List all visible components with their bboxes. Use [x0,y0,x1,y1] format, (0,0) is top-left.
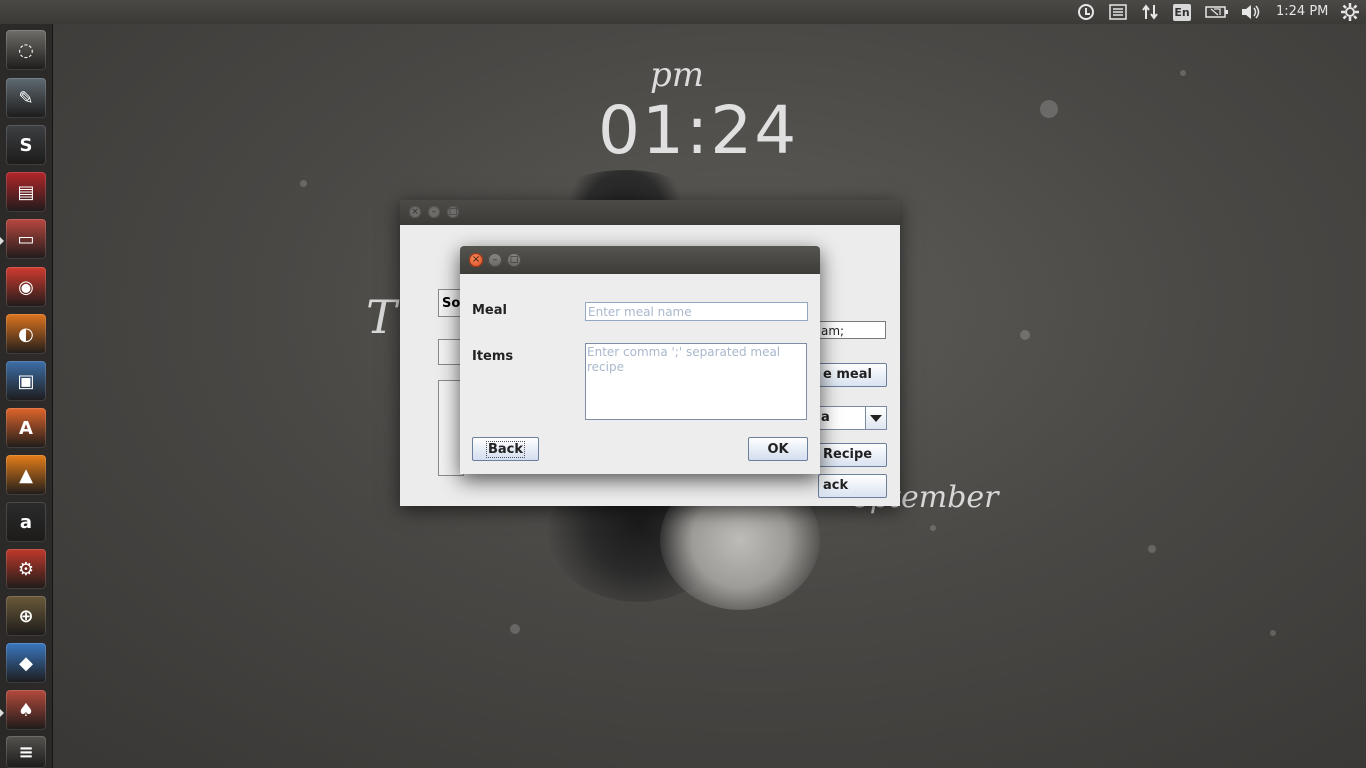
ubuntu-dash-icon[interactable]: ◌ [6,30,46,70]
terminal-app-icon[interactable]: ▤ [6,172,46,212]
wallpaper-speck [1020,330,1030,340]
wallpaper-speck [1148,545,1156,553]
file-manager-icon[interactable]: ▭ [6,219,46,259]
wallpaper-speck [300,180,307,187]
bg-maximize-icon[interactable]: □ [447,206,459,218]
chevron-down-icon[interactable] [865,407,886,429]
wallpaper-weekday: T [366,290,397,344]
wallpaper-ampm: pm [650,55,705,95]
vlc-player-icon[interactable]: ▲ [6,455,46,495]
keyboard-layout-icon[interactable]: En [1172,3,1192,21]
meal-name-input[interactable] [585,302,808,321]
back-button[interactable]: Back [472,437,539,461]
wallpaper-speck [1180,70,1186,76]
file-list-icon[interactable] [1108,3,1128,21]
running-app-indicator [0,237,4,245]
text-editor-icon[interactable]: ✎ [6,78,46,118]
wallpaper-speck [1040,100,1058,118]
meal-label: Meal [472,303,507,318]
items-recipe-input[interactable] [585,343,807,420]
wallpaper-speck [930,525,936,531]
maximize-icon[interactable]: □ [507,253,521,267]
bg-partial-label: So [438,289,462,317]
panel-clock[interactable]: 1:24 PM [1276,4,1328,19]
close-icon[interactable]: × [469,253,483,267]
bg-meal-combo[interactable]: a [818,406,887,430]
items-label: Items [472,349,514,364]
amazon-app-icon[interactable]: a [6,502,46,542]
sublime-text-icon[interactable]: S [6,125,46,165]
bg-minimize-icon[interactable]: – [428,206,440,218]
wallpaper-speck [510,624,520,634]
virtualbox-app-icon[interactable]: ◆ [6,643,46,683]
dialog-titlebar[interactable]: × – □ [460,246,820,274]
bg-back-button[interactable]: ack [818,474,887,498]
bg-recipe-field[interactable]: am; [818,321,886,339]
image-viewer-icon[interactable]: ▣ [6,361,46,401]
wallpaper-time: 01:24 [598,92,799,169]
background-window-titlebar[interactable]: × – □ [400,200,900,225]
workspace-switcher-icon[interactable]: ≡ [6,736,46,768]
web-accounts-icon[interactable] [1076,3,1096,21]
software-center-icon[interactable]: A [6,408,46,448]
firefox-browser-icon[interactable]: ◐ [6,314,46,354]
dialog-body: Meal Items Back OK [460,274,820,474]
launcher: ◌ ✎ S ▤ ▭ ◉ ◐ ▣ A ▲ a ⚙ ⊕ ◆ ♠ ≡ [0,24,53,768]
network-transfer-icon[interactable] [1140,3,1160,21]
bg-close-icon[interactable]: × [409,206,421,218]
bg-recipe-button[interactable]: Recipe [818,443,887,467]
java-app-icon[interactable]: ♠ [6,690,46,730]
volume-icon[interactable] [1240,3,1260,21]
chrome-browser-icon[interactable]: ◉ [6,267,46,307]
settings-gear-icon[interactable] [1340,3,1360,21]
bg-meal-button[interactable]: e meal [818,363,887,387]
system-tools-icon[interactable]: ⚙ [6,549,46,589]
disk-utility-icon[interactable]: ⊕ [6,596,46,636]
top-panel: En 1:24 PM [0,0,1366,24]
bg-combo-value: a [821,410,830,425]
ok-button[interactable]: OK [748,437,808,461]
running-app-indicator [0,709,4,717]
battery-icon[interactable] [1204,3,1230,21]
back-button-label: Back [485,440,526,458]
keyboard-layout-badge: En [1173,3,1191,21]
wallpaper-speck [1270,630,1276,636]
add-meal-dialog[interactable]: × – □ Meal Items Back OK [460,246,820,474]
minimize-icon[interactable]: – [488,253,502,267]
